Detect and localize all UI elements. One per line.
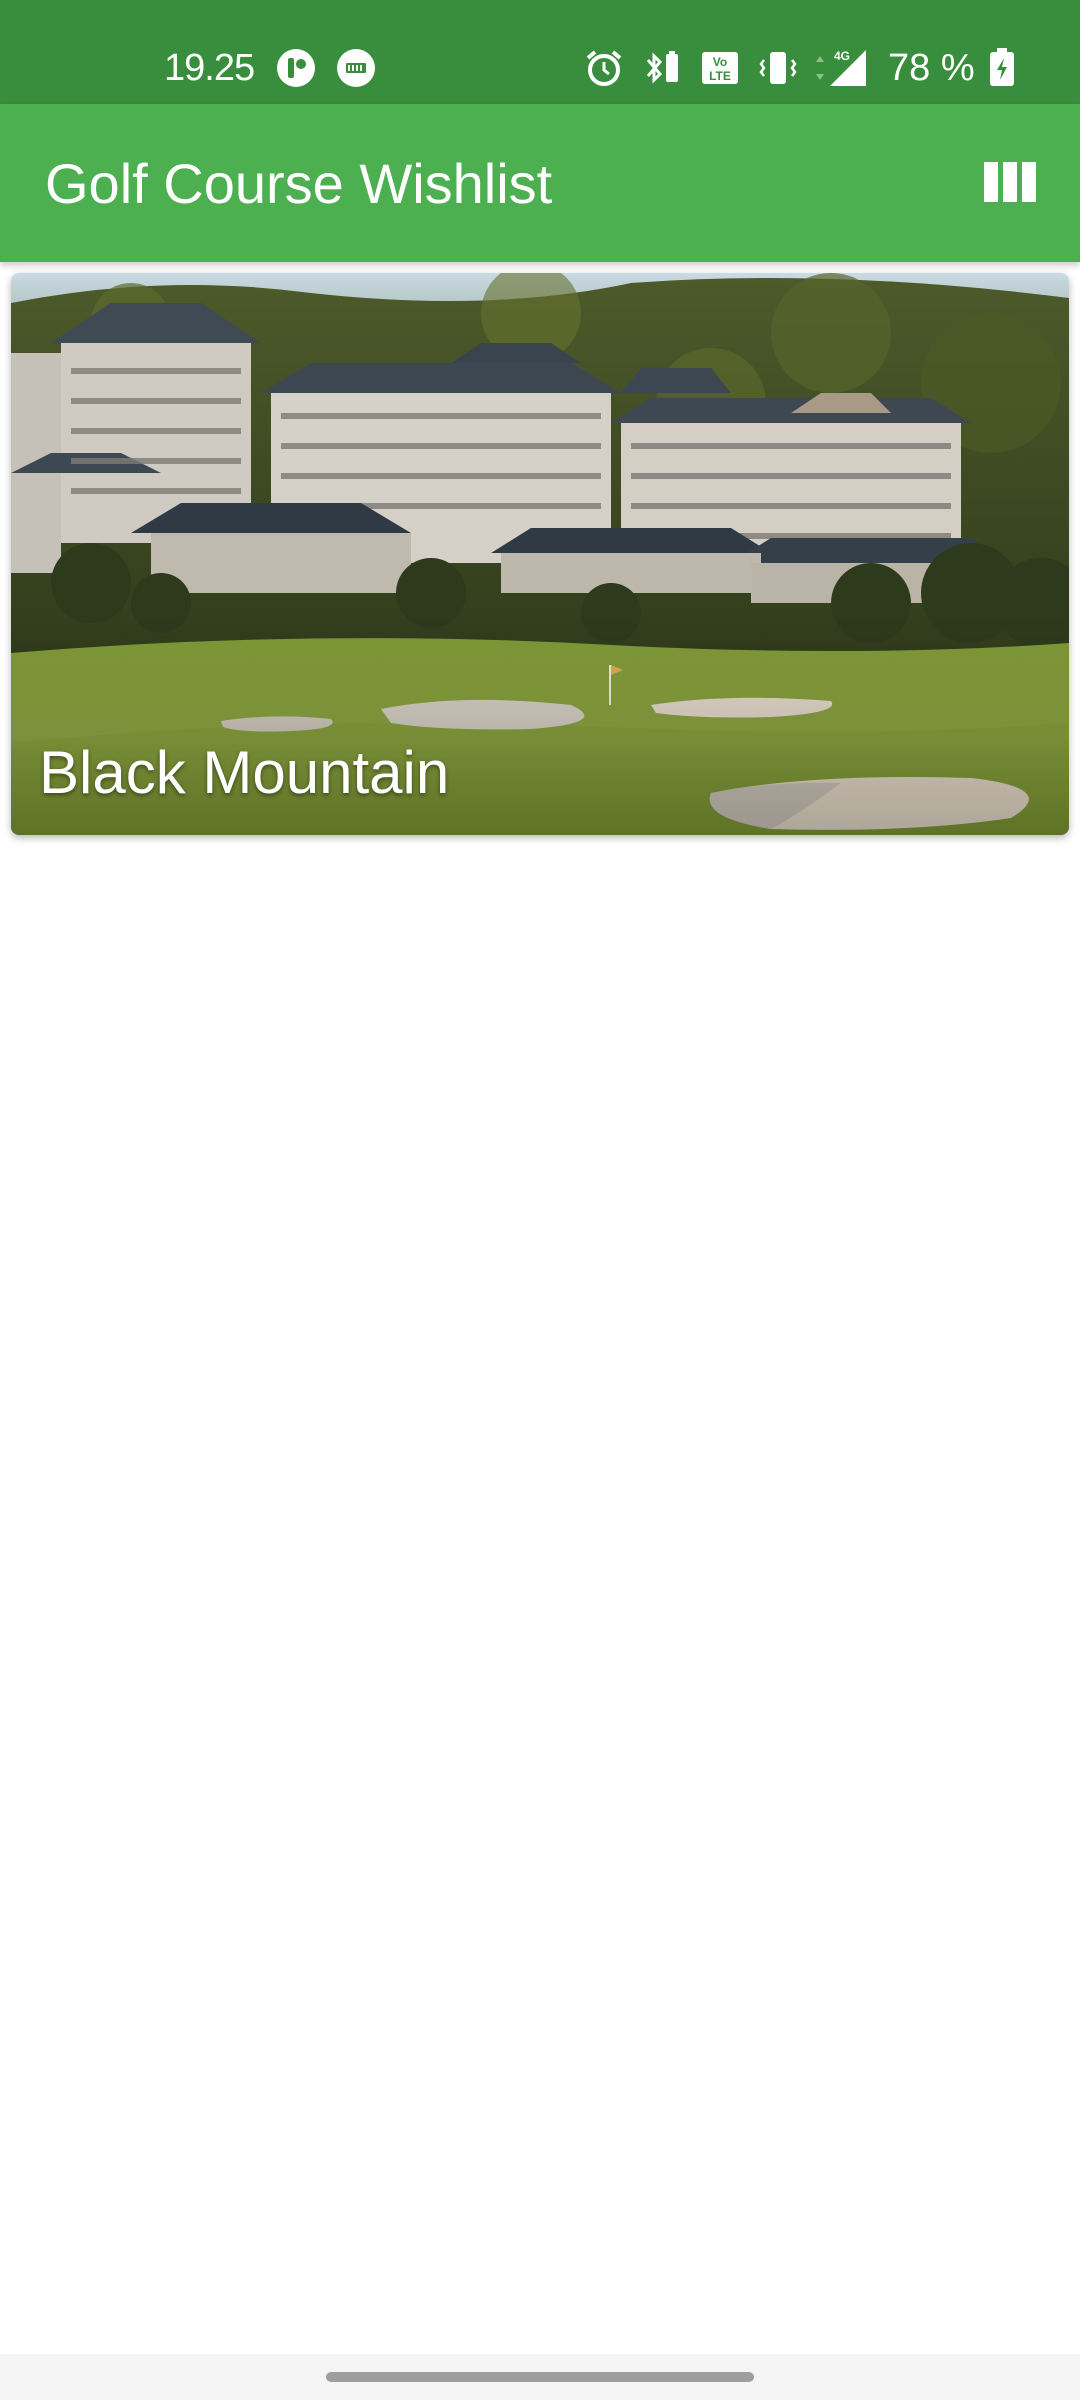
signal-4g-icon: 4G [812, 48, 870, 88]
vibrate-icon [758, 48, 798, 88]
battery-percentage: 78 % [888, 47, 975, 89]
circle-app-icon [276, 48, 316, 88]
battery-charging-icon [988, 48, 1016, 88]
gesture-handle[interactable] [326, 2372, 754, 2382]
volte-icon: Vo LTE [700, 48, 740, 88]
page-title: Golf Course Wishlist [45, 152, 553, 215]
svg-text:4G: 4G [834, 49, 850, 63]
svg-text:Vo: Vo [713, 55, 727, 69]
bluetooth-battery-icon [642, 48, 682, 88]
status-bar: 19.25 Vo LTE 4G 78 % [0, 0, 1080, 104]
alarm-icon [584, 48, 624, 88]
navigation-bar [0, 2354, 1080, 2400]
svg-text:LTE: LTE [709, 69, 731, 83]
course-card[interactable]: Black Mountain [11, 273, 1069, 835]
app-bar: Golf Course Wishlist [0, 104, 1080, 262]
status-time: 19.25 [164, 47, 255, 89]
view-column-icon [984, 162, 1036, 202]
view-toggle-button[interactable] [984, 162, 1036, 202]
course-name: Black Mountain [39, 739, 450, 806]
media-app-icon [336, 48, 376, 88]
